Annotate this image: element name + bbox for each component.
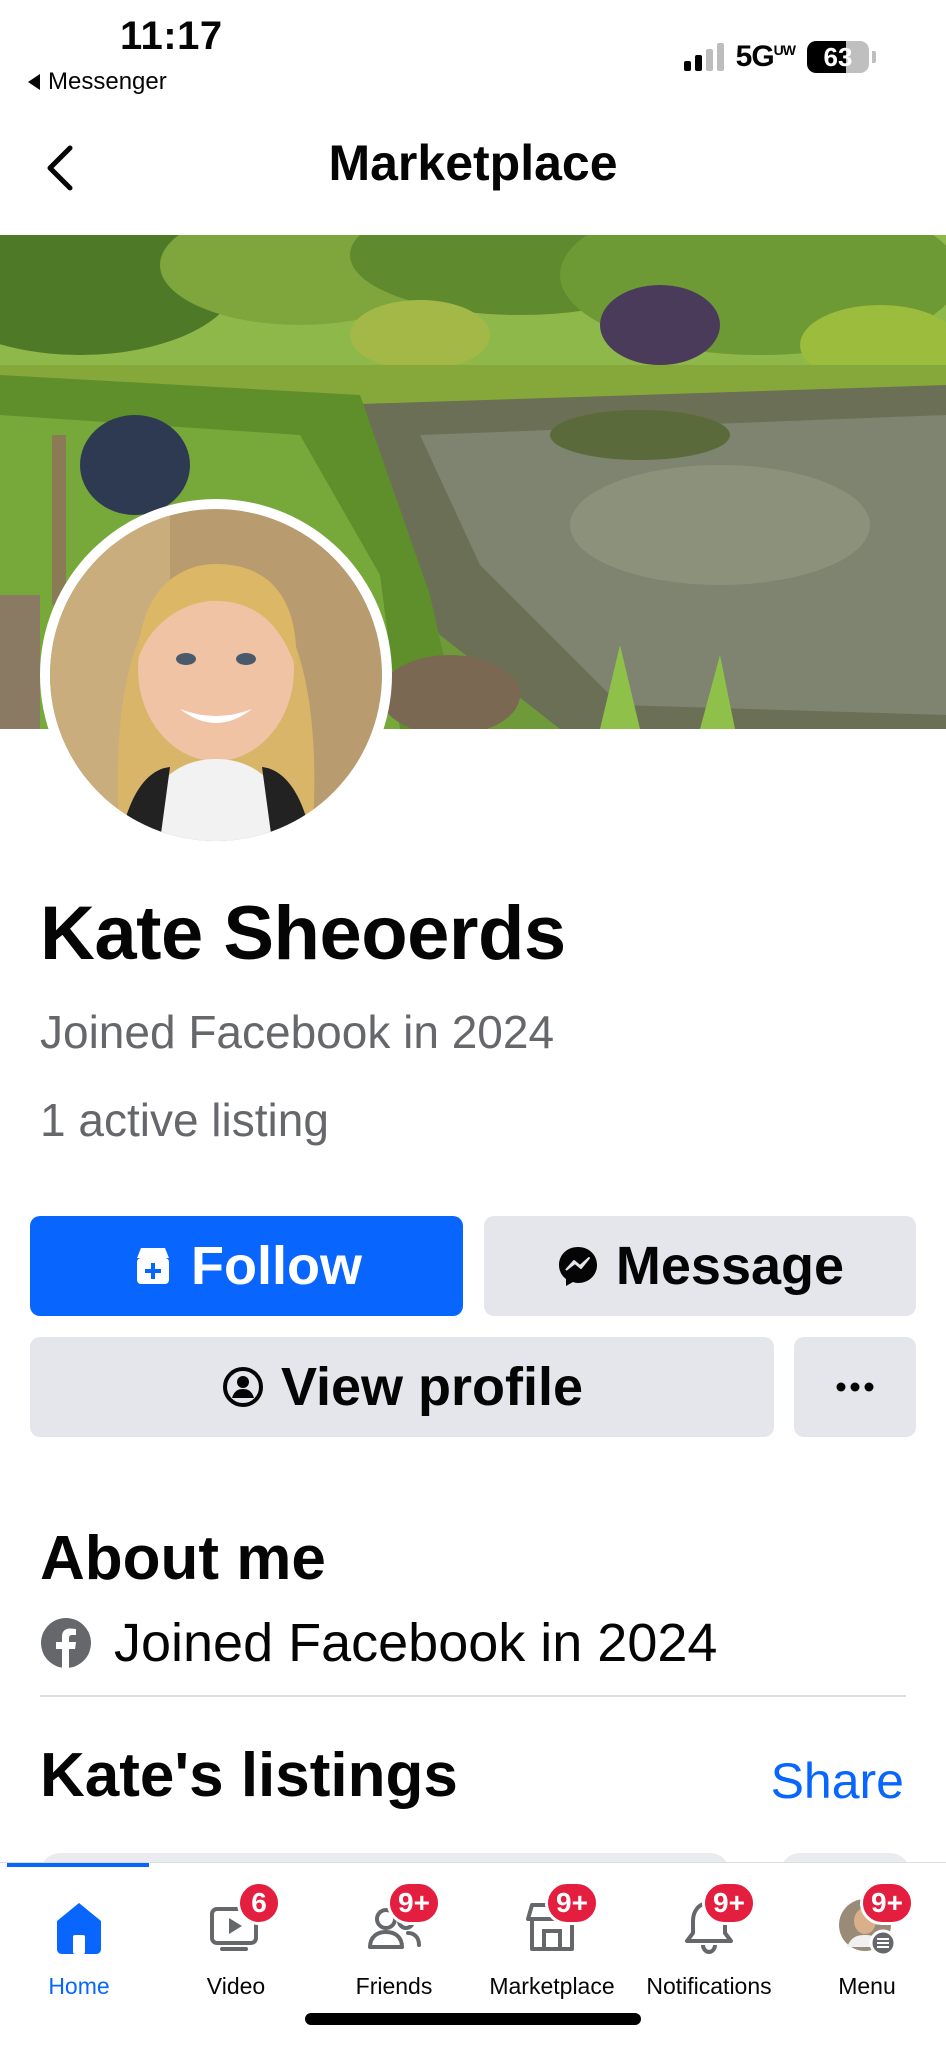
- facebook-icon: [41, 1618, 91, 1669]
- joined-info: Joined Facebook in 2024: [40, 1006, 555, 1058]
- nav-label: Friends: [355, 1973, 433, 1999]
- notification-badge: 9+: [545, 1881, 599, 1925]
- battery-icon: 63: [807, 41, 869, 73]
- status-time: 11:17: [120, 14, 223, 58]
- notification-badge: 6: [237, 1881, 281, 1925]
- notification-badge: 9+: [702, 1881, 756, 1925]
- notification-badge: 9+: [860, 1881, 914, 1925]
- messenger-icon: [558, 1247, 597, 1286]
- notification-badge: 9+: [387, 1881, 441, 1925]
- nav-home[interactable]: Home: [0, 1877, 158, 2007]
- about-joined-row: Joined Facebook in 2024: [40, 1612, 717, 1674]
- home-indicator[interactable]: [305, 2013, 641, 2025]
- follow-button[interactable]: Follow: [30, 1216, 463, 1316]
- profile-circle-icon: [222, 1367, 263, 1407]
- nav-friends[interactable]: 9+ Friends: [315, 1877, 473, 2007]
- page-title: Marketplace: [328, 135, 618, 191]
- active-tab-indicator: [7, 1863, 149, 1867]
- message-label: Message: [615, 1236, 845, 1296]
- nav-video[interactable]: 6 Video: [157, 1877, 315, 2007]
- home-icon: [57, 1903, 101, 1954]
- nav-notifications[interactable]: 9+ Notifications: [630, 1877, 788, 2007]
- active-listings-count: 1 active listing: [40, 1094, 329, 1146]
- status-indicators: 5GUW 63: [683, 40, 876, 74]
- battery-level: 63: [823, 42, 853, 72]
- avatar-image: [50, 509, 382, 841]
- battery-tip: [872, 51, 876, 63]
- nav-marketplace[interactable]: 9+ Marketplace: [473, 1877, 631, 2007]
- signal-icon: [683, 43, 724, 71]
- about-joined-text: Joined Facebook in 2024: [114, 1613, 718, 1673]
- view-profile-button[interactable]: View profile: [30, 1337, 774, 1437]
- about-heading: About me: [40, 1524, 326, 1593]
- nav-label: Marketplace: [489, 1973, 615, 1999]
- marketplace-profile-screen: 11:17 Messenger 5GUW 63 Marketplace Kate…: [0, 0, 946, 2048]
- share-link[interactable]: Share: [771, 1752, 904, 1810]
- nav-label: Menu: [838, 1973, 896, 1999]
- message-button[interactable]: Message: [484, 1216, 916, 1316]
- section-divider: [40, 1695, 906, 1697]
- listings-heading: Kate's listings: [40, 1741, 458, 1810]
- network-label: 5GUW: [735, 40, 796, 73]
- nav-label: Video: [206, 1973, 266, 1999]
- profile-name: Kate Sheoerds: [40, 891, 566, 976]
- follow-label: Follow: [191, 1236, 362, 1296]
- view-profile-label: View profile: [280, 1357, 584, 1417]
- back-to-app-link[interactable]: Messenger: [28, 68, 167, 96]
- nav-menu[interactable]: 9+ Menu: [788, 1877, 946, 2007]
- nav-label: Home: [48, 1973, 110, 1999]
- follow-store-icon: [137, 1248, 170, 1284]
- profile-avatar[interactable]: [40, 499, 392, 851]
- nav-label: Notifications: [646, 1973, 772, 1999]
- back-triangle-icon: [28, 74, 40, 90]
- more-options-button[interactable]: [794, 1337, 916, 1437]
- more-dots-icon: [836, 1382, 874, 1392]
- back-app-label: Messenger: [48, 68, 167, 95]
